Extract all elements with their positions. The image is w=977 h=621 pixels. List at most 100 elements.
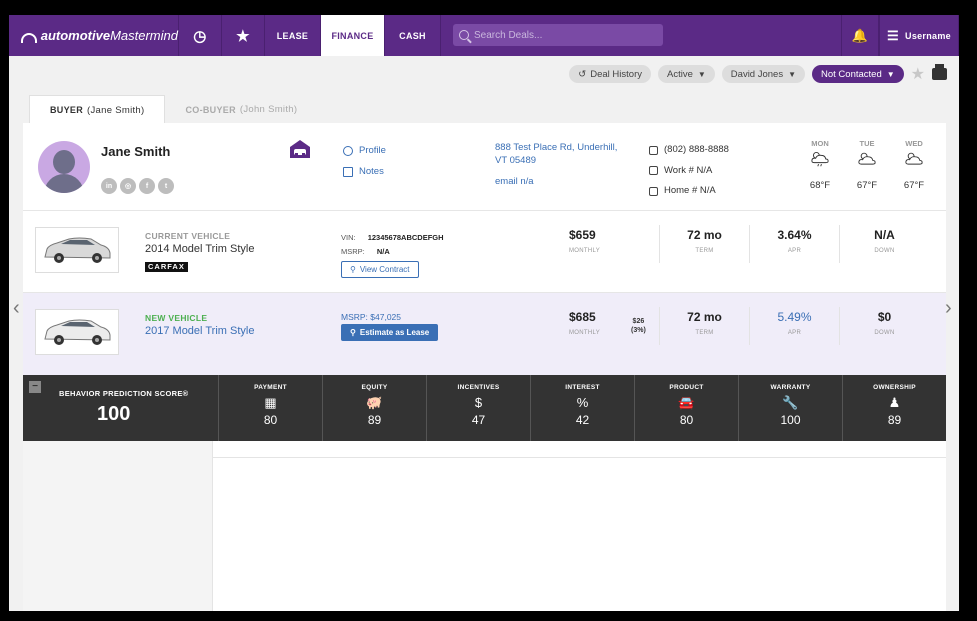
star-icon[interactable]: ★ [222, 15, 265, 56]
estimate-lease-label: Estimate as Lease [359, 328, 430, 337]
contact-status-dropdown[interactable]: Not Contacted ▼ [812, 65, 904, 83]
logo[interactable]: automotive Mastermind [9, 15, 179, 56]
salesperson-dropdown[interactable]: David Jones ▼ [721, 65, 805, 83]
msrp-label: MSRP: [341, 247, 365, 256]
behavior-cell-incentives[interactable]: INCENTIVES $ 47 [427, 375, 531, 441]
username: Username [905, 30, 951, 41]
print-icon[interactable] [932, 64, 947, 80]
tab-cobuyer-name: (John Smith) [239, 104, 298, 115]
behavior-cell-label: EQUITY [361, 384, 388, 391]
current-vehicle-image[interactable] [35, 227, 119, 273]
behavior-score: − BEHAVIOR PREDICTION SCORE® 100 [23, 375, 219, 441]
mobile-phone-number: (802) 888-8888 [664, 144, 729, 155]
current-vehicle-label: CURRENT VEHICLE [145, 231, 231, 241]
behavior-cell-label: INCENTIVES [457, 384, 500, 391]
tab-cobuyer[interactable]: CO-BUYER (John Smith) [165, 95, 317, 124]
behavior-cell-value: 100 [780, 413, 801, 427]
hamburger-icon: ☰ [887, 27, 900, 43]
new-vehicle-row: NEW VEHICLE 2017 Model Trim Style MSRP: … [23, 293, 946, 375]
current-vehicle-model: 2014 Model Trim Style [145, 243, 255, 255]
behavior-cell-label: PAYMENT [254, 384, 287, 391]
view-contract-button[interactable]: ⚲ View Contract [341, 261, 419, 278]
monthly-difference-amount: $26 [632, 318, 645, 325]
avatar-head [53, 150, 75, 174]
briefcase-icon [649, 166, 658, 176]
tab-cash[interactable]: CASH [385, 15, 441, 56]
new-vehicle-image[interactable] [35, 309, 119, 355]
profile-label: Profile [359, 145, 386, 156]
profile-link[interactable]: Profile [343, 140, 386, 161]
metric-value: 3.64% [777, 228, 812, 242]
buyer-links: Profile Notes [343, 140, 386, 182]
status-filter-dropdown[interactable]: Active ▼ [658, 65, 715, 83]
behavior-cell-ownership[interactable]: OWNERSHIP ♟ 89 [843, 375, 946, 441]
weather-day-name: TUE [859, 139, 875, 148]
chevron-right-icon[interactable]: › [945, 297, 959, 321]
clock-icon[interactable]: ◷ [179, 15, 222, 56]
tab-finance[interactable]: FINANCE [321, 15, 385, 56]
behavior-cell-label: INTEREST [565, 384, 600, 391]
new-vehicle-model[interactable]: 2017 Model Trim Style [145, 325, 254, 337]
behavior-cell-payment[interactable]: PAYMENT ▦ 80 [219, 375, 323, 441]
work-phone: Work # N/A [649, 161, 729, 182]
behavior-prediction-strip: − BEHAVIOR PREDICTION SCORE® 100 PAYMENT… [23, 375, 946, 441]
buyer-email[interactable]: email n/a [495, 175, 635, 188]
home-phone-number: Home # N/A [664, 185, 716, 196]
facebook-icon[interactable]: f [139, 178, 155, 194]
behavior-cell-warranty[interactable]: WARRANTY 🔧 100 [739, 375, 843, 441]
chevron-down-icon: ▼ [788, 69, 796, 79]
behavior-cell-product[interactable]: PRODUCT 🚘 80 [635, 375, 739, 441]
carfax-logo[interactable]: CARFAX [145, 262, 188, 272]
vin-label: VIN: [341, 233, 356, 242]
weather-day: TUE 67°F [850, 139, 884, 191]
notes-link[interactable]: Notes [343, 161, 386, 182]
garage-icon[interactable] [289, 139, 311, 159]
linkedin-icon[interactable]: in [101, 178, 117, 194]
behavior-cell-label: WARRANTY [770, 384, 811, 391]
car-icon: 🚘 [678, 395, 695, 410]
metric-label: APR [787, 248, 802, 254]
piggy-bank-icon: 🐖 [366, 395, 383, 410]
bell-icon[interactable]: 🔔 [841, 15, 879, 56]
collapse-button[interactable]: − [29, 381, 41, 393]
divider [213, 457, 946, 458]
tab-buyer[interactable]: BUYER (Jane Smith) [29, 95, 166, 124]
user-menu-button[interactable]: ☰ Username [879, 15, 959, 56]
metric-label: TERM [695, 248, 714, 254]
address-line-2: VT 05489 [495, 155, 537, 166]
chevron-down-icon: ▼ [697, 69, 706, 79]
money-bag-icon: $ [474, 395, 483, 410]
tab-lease[interactable]: LEASE [265, 15, 321, 56]
estimate-lease-button[interactable]: ⚲ Estimate as Lease [341, 324, 439, 341]
rain-cloud-icon [811, 151, 829, 167]
view-contract-label: View Contract [359, 265, 410, 274]
behavior-cell-equity[interactable]: EQUITY 🐖 89 [323, 375, 427, 441]
mobile-phone: (802) 888-8888 [649, 140, 729, 161]
contact-status-value: Not Contacted [821, 68, 882, 80]
action-bar: ↺ Deal History Active ▼ David Jones ▼ No… [569, 64, 947, 84]
favorite-star-icon[interactable]: ★ [911, 64, 925, 84]
behavior-cell-label: PRODUCT [669, 384, 704, 391]
metric-label: DOWN [874, 248, 895, 254]
twitter-icon[interactable]: t [158, 178, 174, 194]
metric-value: N/A [874, 228, 895, 242]
nav-right: 🔔 ☰ Username [841, 15, 959, 56]
deal-history-button[interactable]: ↺ Deal History [569, 65, 651, 83]
metric-monthly: $659 MONTHLY [569, 225, 659, 263]
instagram-icon[interactable]: ◎ [120, 178, 136, 194]
behavior-cell-value: 89 [367, 413, 382, 427]
deal-card: Jane Smith in ◎ f t Profile Notes 888 Te… [23, 123, 946, 611]
new-vehicle-msrp: MSRP: $47,025 [341, 312, 402, 322]
metric-value: $0 [877, 310, 892, 324]
behavior-cell-interest[interactable]: INTEREST % 42 [531, 375, 635, 441]
behavior-cell-value: 80 [679, 413, 694, 427]
buyer-tabs: BUYER (Jane Smith) CO-BUYER (John Smith) [29, 95, 317, 124]
chevron-left-icon[interactable]: ‹ [13, 297, 29, 321]
search-input[interactable]: Search Deals... [453, 24, 663, 46]
weather-temp: 67°F [856, 180, 878, 191]
buyer-address[interactable]: 888 Test Place Rd, Underhill, VT 05489 e… [495, 141, 635, 188]
metric-term: 72 mo TERM [659, 225, 749, 263]
metric-value: 72 mo [687, 310, 722, 324]
logo-text-bold: automotive [40, 28, 111, 43]
home-icon [649, 186, 658, 196]
